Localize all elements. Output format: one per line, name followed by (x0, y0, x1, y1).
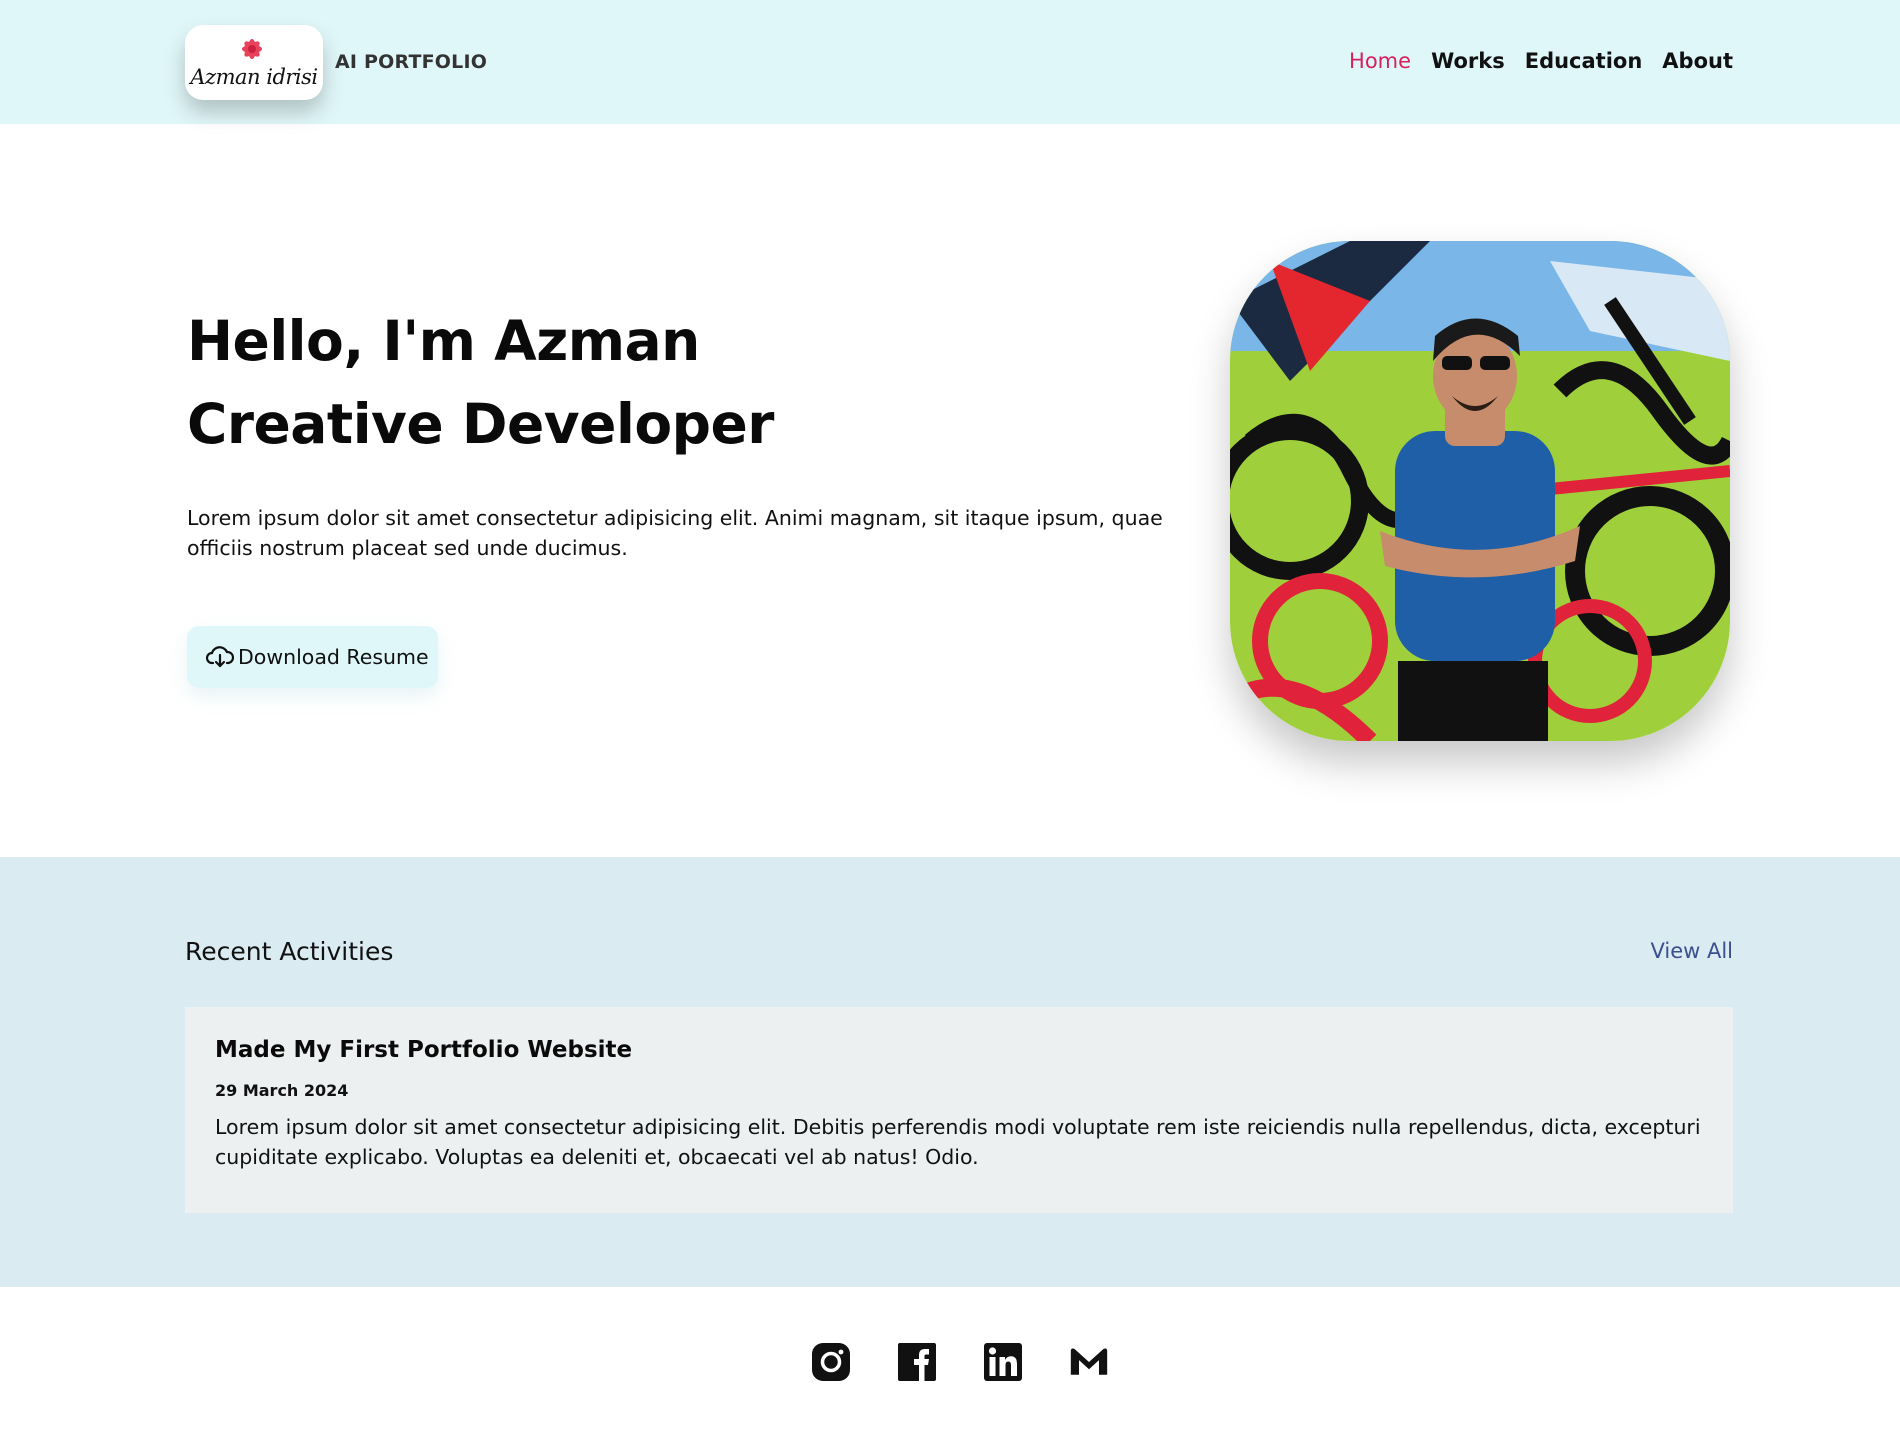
nav-home[interactable]: Home (1349, 49, 1411, 73)
activity-text: Lorem ipsum dolor sit amet consectetur a… (215, 1115, 1701, 1169)
logo[interactable]: Azman idrisi (185, 25, 323, 100)
download-resume-label: Download Resume (238, 645, 429, 669)
instagram-icon[interactable] (811, 1342, 851, 1382)
section-title: Recent Activities (185, 937, 394, 966)
activity-card[interactable]: Made My First Portfolio Website 29 March… (185, 1007, 1733, 1213)
site-header: Azman idrisi AI PORTFOLIO Home Works Edu… (0, 0, 1900, 124)
activity-title: Made My First Portfolio Website (215, 1037, 633, 1063)
recent-activities-section: Recent Activities View All Made My First… (0, 857, 1900, 1287)
social-links (811, 1342, 1109, 1382)
gmail-icon[interactable] (1069, 1342, 1109, 1382)
nav-education[interactable]: Education (1525, 49, 1643, 73)
linkedin-icon[interactable] (983, 1342, 1023, 1382)
activity-date: 29 March 2024 (215, 1081, 349, 1100)
main-nav: Home Works Education About (1349, 49, 1733, 73)
facebook-icon[interactable] (897, 1342, 937, 1382)
nav-about[interactable]: About (1662, 49, 1733, 73)
graffiti-portrait-image (1230, 241, 1730, 741)
nav-works[interactable]: Works (1431, 49, 1505, 73)
cloud-download-icon (206, 646, 234, 668)
view-all-link[interactable]: View All (1650, 939, 1733, 963)
profile-photo (1230, 241, 1730, 741)
flower-icon (242, 39, 262, 59)
logo-text: Azman idrisi (190, 65, 318, 89)
hero-greeting: Hello, I'm Azman (187, 309, 700, 373)
download-resume-button[interactable]: Download Resume (187, 626, 438, 688)
brand-name: AI PORTFOLIO (335, 51, 488, 73)
hero-heading: Hello, I'm Azman Creative Developer (187, 300, 774, 466)
hero-description: Lorem ipsum dolor sit amet consectetur a… (187, 506, 1163, 560)
hero-role: Creative Developer (187, 392, 774, 456)
